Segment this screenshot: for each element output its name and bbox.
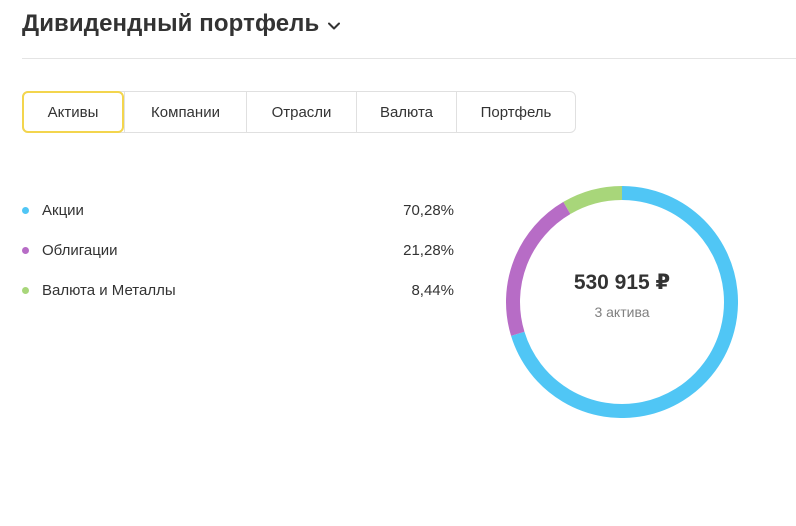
- legend-value: 70,28%: [403, 201, 454, 219]
- header-divider: [22, 58, 796, 59]
- portfolio-page: Дивидендный портфель Активы Компании Отр…: [0, 0, 796, 526]
- tabs-bar: Активы Компании Отрасли Валюта Портфель: [22, 91, 576, 133]
- tab-portfolio[interactable]: Портфель: [456, 92, 575, 132]
- portfolio-selector[interactable]: Дивидендный портфель: [22, 10, 341, 38]
- legend-item-stocks: Акции 70,28%: [22, 190, 454, 230]
- legend-dot-currency-metals: [22, 286, 29, 294]
- tab-currency[interactable]: Валюта: [356, 92, 456, 132]
- legend-item-bonds: Облигации 21,28%: [22, 230, 454, 270]
- donut-slice-bonds[interactable]: [506, 201, 571, 336]
- allocation-donut-chart: 530 915 ₽ 3 актива: [506, 186, 738, 418]
- legend-value: 21,28%: [403, 241, 454, 259]
- donut-slice-currency-metals[interactable]: [563, 186, 623, 215]
- donut-svg: [506, 186, 738, 418]
- legend-item-currency-metals: Валюта и Металлы 8,44%: [22, 270, 454, 310]
- chevron-down-icon: [327, 19, 341, 33]
- allocation-legend: Акции 70,28% Облигации 21,28% Валюта и М…: [22, 190, 454, 310]
- tab-industries[interactable]: Отрасли: [246, 92, 356, 132]
- legend-label: Валюта и Металлы: [42, 281, 176, 299]
- legend-dot-stocks: [22, 206, 29, 214]
- legend-value: 8,44%: [411, 281, 454, 299]
- legend-label: Облигации: [42, 241, 118, 259]
- tab-companies[interactable]: Компании: [124, 92, 246, 132]
- legend-dot-bonds: [22, 246, 29, 254]
- tab-assets[interactable]: Активы: [22, 91, 124, 133]
- legend-label: Акции: [42, 201, 84, 219]
- page-title: Дивидендный портфель: [22, 10, 320, 37]
